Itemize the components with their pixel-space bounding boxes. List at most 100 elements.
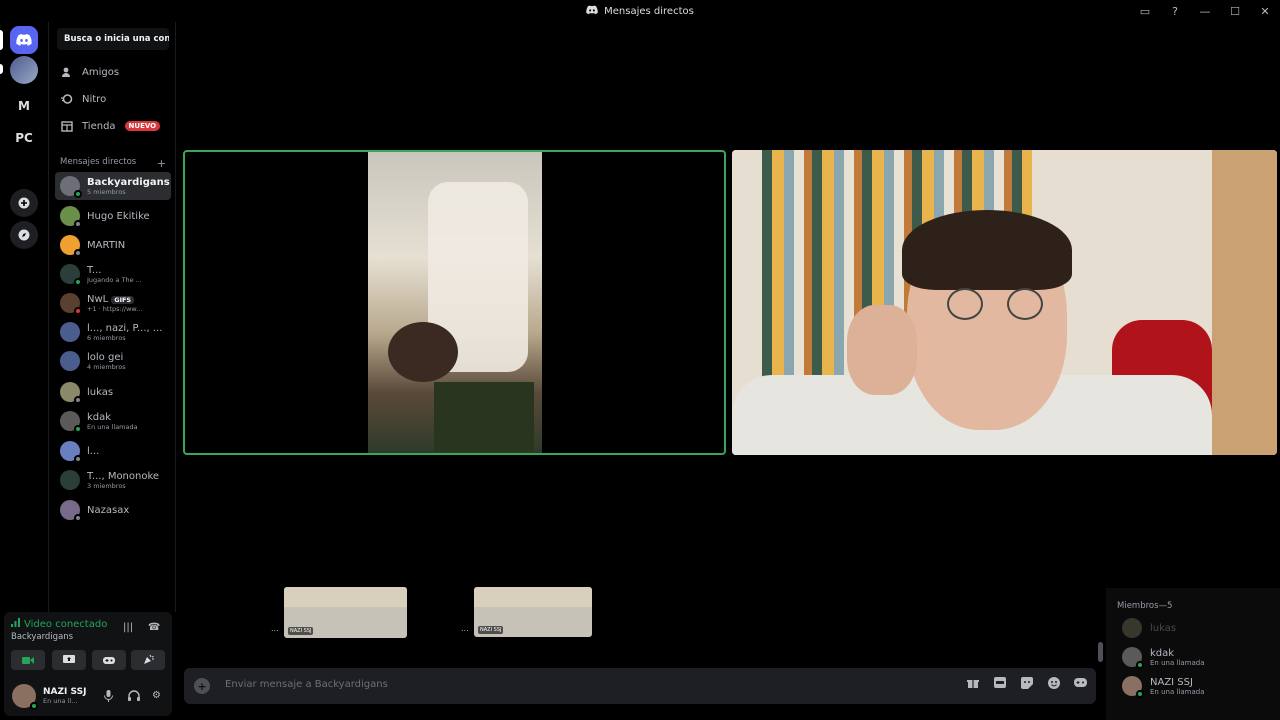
dm-item[interactable]: Nazasax [55,496,171,524]
add-server-icon[interactable] [10,189,38,217]
dm-item[interactable]: MARTIN [55,231,171,259]
avatar [12,684,38,710]
scrollbar[interactable] [1098,642,1103,662]
inbox-icon[interactable]: ▭ [1130,0,1160,22]
signal-icon [11,618,20,630]
camera-feed [732,150,1277,455]
dm-name: lolo gei [87,351,124,363]
help-icon[interactable]: ? [1160,0,1190,22]
dm-item[interactable]: kdak En una llamada [55,407,171,435]
title-bar: Mensajes directos ▭ ? — ☐ ✕ [0,0,1280,22]
video-thumbnail[interactable]: NAZI SSJ [284,587,407,638]
unread-pip [0,64,3,74]
avatar [60,441,82,463]
explore-icon[interactable] [10,221,38,249]
dm-item[interactable]: T..., Mononoke 3 miembros [55,466,171,494]
sticker-icon[interactable] [1021,677,1033,692]
nav-item-tienda[interactable]: Tienda NUEVO [57,114,173,138]
emoji-icon[interactable] [1048,677,1060,692]
dm-name: MARTIN [87,239,126,251]
gif-icon[interactable] [994,677,1006,691]
dm-sub: 3 miembros [87,481,126,490]
server-avatar[interactable] [10,56,38,84]
microphone-icon[interactable] [104,690,113,705]
dm-name: l..., nazi, P..., ... [87,322,163,334]
member-item[interactable]: NAZI SSJ En una llamada [1122,676,1205,698]
dm-name: lukas [87,386,114,398]
camera-button[interactable] [11,650,45,670]
message-input[interactable]: Enviar mensaje a Backyardigans [225,679,388,690]
dm-name: T... [87,264,102,276]
dm-sidebar: Busca o inicia una con... Amigos Nitro T… [48,22,176,612]
gifs-badge: GIFS [111,295,135,304]
voice-status-text: Video conectado [24,618,108,630]
dm-item[interactable]: lolo gei 4 miembros [55,347,171,375]
more-options[interactable]: ... [271,624,279,633]
dm-item[interactable]: l... [55,437,171,465]
dm-item[interactable]: Backyardigans 5 miembros [55,172,171,200]
window-title: Mensajes directos [586,5,694,18]
member-item[interactable]: lukas [1122,618,1176,638]
user-name: NAZI SSJ [43,687,87,697]
minimize-button[interactable]: — [1190,0,1220,22]
voice-status[interactable]: Video conectado [11,618,107,630]
dm-header-label: Mensajes directos [60,157,137,167]
add-dm-icon[interactable]: + [157,157,166,170]
dm-name-text: NwL [87,293,109,305]
close-button[interactable]: ✕ [1250,0,1280,22]
nav-label: Amigos [82,66,120,78]
user-panel[interactable]: NAZI SSJ En una ll... ⚙ [10,680,168,712]
nav-label: Nitro [82,93,107,105]
noise-suppression-icon[interactable]: ||| [123,622,133,633]
dm-item[interactable]: l..., nazi, P..., ... 6 miembros [55,318,171,346]
attach-plus-icon[interactable]: + [194,678,210,694]
dm-item[interactable]: Hugo Ekitike [55,202,171,230]
dm-item[interactable]: T... Jugando a The ... [55,260,171,288]
gamepad-icon [103,656,115,664]
thumbnail-label: NAZI SSJ [478,626,504,634]
dm-sub: Jugando a The ... [87,275,142,284]
user-status: En una ll... [43,697,78,705]
activity-button[interactable] [92,650,126,670]
dm-name: kdak [87,411,112,423]
dm-item[interactable]: lukas [55,378,171,406]
gamepad-icon[interactable] [1074,677,1087,690]
video-tile-speaking[interactable] [183,150,726,455]
nav-label: Tienda [82,120,116,132]
disconnect-icon[interactable]: ☎ [148,622,160,633]
dm-section-header: Mensajes directos + [60,157,166,170]
voice-channel[interactable]: Backyardigans [11,632,73,642]
gift-icon[interactable] [967,677,979,692]
member-item[interactable]: kdak En una llamada [1122,647,1205,669]
shop-icon [61,120,73,132]
video-tile[interactable] [732,150,1277,455]
more-options[interactable]: ... [461,624,469,633]
avatar [60,176,82,198]
settings-gear-icon[interactable]: ⚙ [152,690,161,701]
dm-sub: 6 miembros [87,333,126,342]
soundboard-button[interactable] [131,650,165,670]
search-input[interactable]: Busca o inicia una con... [57,28,169,50]
dm-name: Hugo Ekitike [87,210,150,222]
screen-share-button[interactable] [52,650,86,670]
headphones-icon[interactable] [128,690,140,704]
maximize-button[interactable]: ☐ [1220,0,1250,22]
server-pc[interactable]: PC [10,124,38,152]
avatar [60,411,82,433]
nav-item-amigos[interactable]: Amigos [57,60,173,84]
home-button[interactable] [10,26,38,54]
discord-icon [16,34,32,46]
server-m[interactable]: M [10,92,38,120]
dm-name: Backyardigans [87,176,170,188]
avatar [60,351,80,371]
avatar [60,322,80,342]
members-list: Miembros—5 lukas kdak En una llamada NAZ… [1106,588,1280,720]
voice-panel: Video conectado Backyardigans ||| ☎ NAZI… [4,612,172,716]
member-status: En una llamada [1150,687,1205,696]
video-thumbnail[interactable]: NAZI SSJ [474,587,592,637]
dm-item[interactable]: NwL GIFS +1 · https://ww... [55,289,171,317]
dm-name: Nazasax [87,504,130,516]
avatar [60,293,82,315]
nav-item-nitro[interactable]: Nitro [57,87,173,111]
avatar [60,470,80,490]
